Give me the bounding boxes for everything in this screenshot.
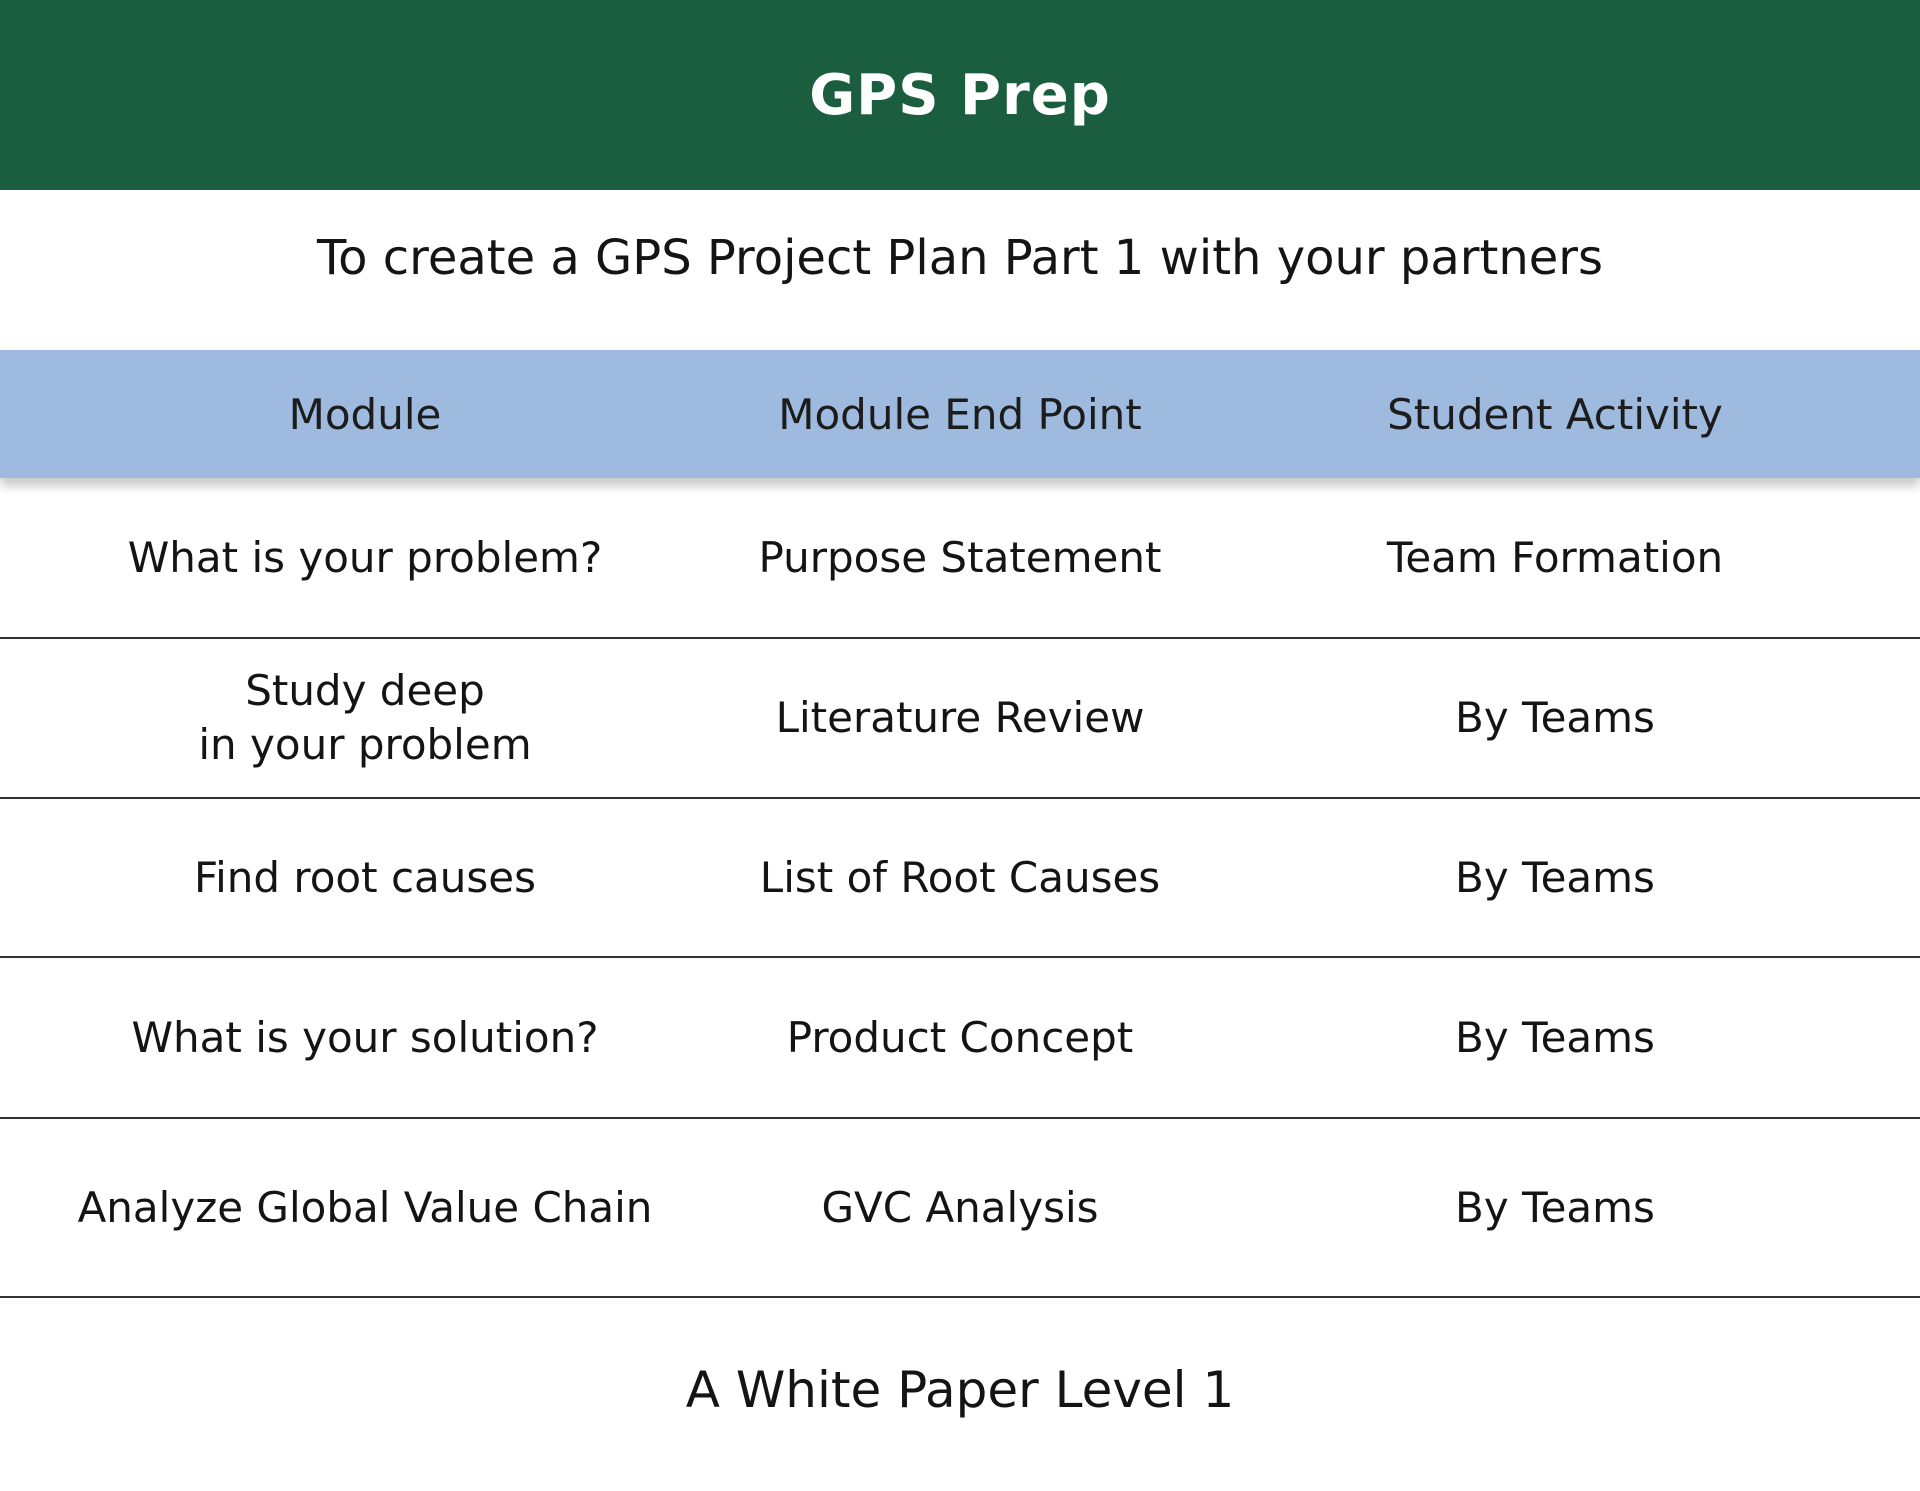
table-row: What is your solution? Product Concept B… <box>0 958 1920 1119</box>
module-table: Module Module End Point Student Activity… <box>0 350 1920 1298</box>
header-bar: GPS Prep <box>0 0 1920 190</box>
table-row: Find root causes List of Root Causes By … <box>0 799 1920 958</box>
column-header-module: Module <box>288 389 442 439</box>
column-header-student-activity: Student Activity <box>1387 389 1723 439</box>
column-header-end-point: Module End Point <box>778 389 1142 439</box>
page-title: GPS Prep <box>809 62 1111 128</box>
page-subtitle: To create a GPS Project Plan Part 1 with… <box>316 230 1604 286</box>
cell-end-point: Product Concept <box>786 1012 1134 1062</box>
cell-end-point: Purpose Statement <box>758 532 1162 582</box>
cell-end-point: GVC Analysis <box>821 1182 1099 1232</box>
cell-student-activity: Team Formation <box>1386 532 1724 582</box>
cell-module: Analyze Global Value Chain <box>77 1182 653 1232</box>
cell-student-activity: By Teams <box>1455 693 1655 742</box>
cell-module: Study deep in your problem <box>198 666 532 769</box>
cell-module: What is your solution? <box>131 1012 599 1062</box>
footer-caption: A White Paper Level 1 <box>685 1361 1235 1419</box>
table-header-row: Module Module End Point Student Activity <box>0 350 1920 478</box>
cell-module: Find root causes <box>193 852 536 902</box>
table-row: Analyze Global Value Chain GVC Analysis … <box>0 1119 1920 1298</box>
cell-module: What is your problem? <box>127 532 603 582</box>
cell-student-activity: By Teams <box>1455 1182 1655 1232</box>
cell-student-activity: By Teams <box>1455 1012 1655 1062</box>
cell-student-activity: By Teams <box>1455 852 1655 902</box>
table-row: Study deep in your problem Literature Re… <box>0 639 1920 799</box>
cell-end-point: Literature Review <box>775 693 1145 742</box>
cell-end-point: List of Root Causes <box>759 852 1161 902</box>
table-row: What is your problem? Purpose Statement … <box>0 478 1920 639</box>
